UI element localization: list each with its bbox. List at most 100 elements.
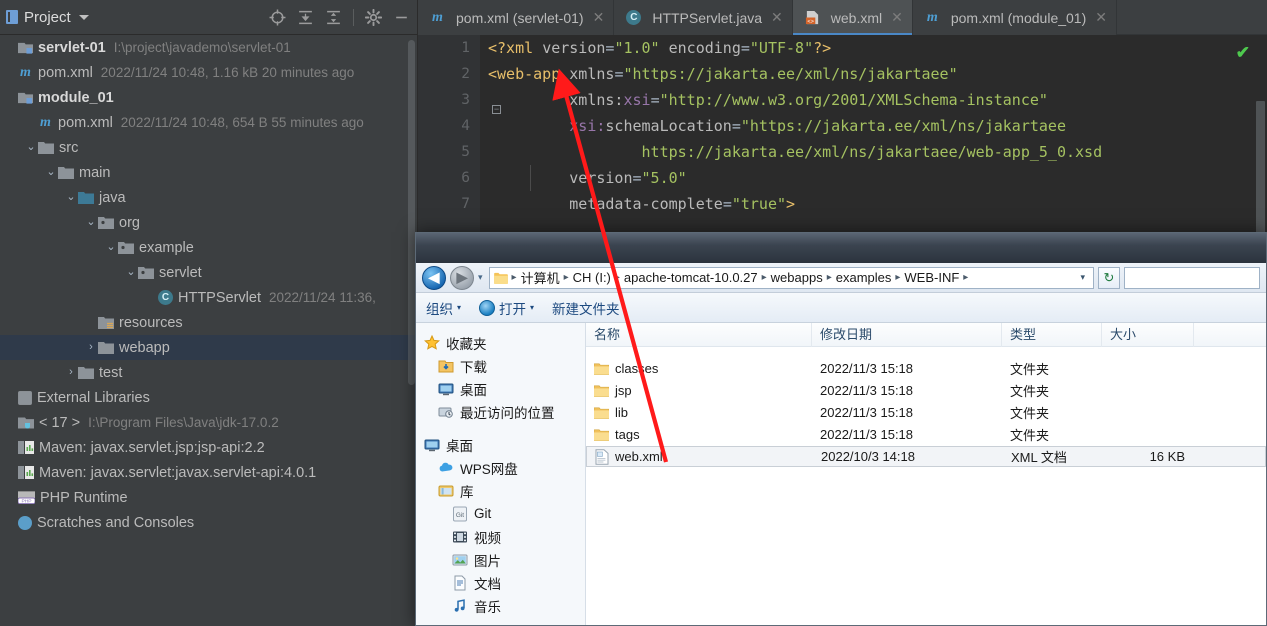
chevron-down-icon[interactable]: ⌄	[84, 217, 98, 228]
chevron-down-icon[interactable]: ▾	[530, 303, 534, 312]
project-panel-title-group[interactable]: Project	[6, 9, 89, 26]
column-header-size[interactable]: 大小	[1102, 323, 1194, 347]
sidebar-item-desktop[interactable]: 桌面	[416, 433, 585, 456]
sidebar-item-wps-cloud[interactable]: WPS网盘	[416, 456, 585, 479]
tree-item-scratches[interactable]: Scratches and Consoles	[0, 510, 418, 535]
close-icon[interactable]: ✕	[593, 9, 605, 26]
tree-item-resources[interactable]: resources	[0, 310, 418, 335]
locate-icon[interactable]	[269, 9, 286, 26]
chevron-down-icon[interactable]: ⌄	[104, 242, 118, 253]
tree-item-servlet-01[interactable]: servlet-01 I:\project\javademo\servlet-01	[0, 35, 418, 60]
code-token-attr: encoding	[659, 39, 741, 57]
settings-gear-icon[interactable]	[365, 8, 382, 26]
svg-text:Git: Git	[456, 512, 464, 519]
folder-icon	[38, 142, 54, 154]
sidebar-item-recent-places[interactable]: 最近访问的位置	[416, 400, 585, 423]
file-row[interactable]: tags 2022/11/3 15:18 文件夹	[586, 424, 1266, 445]
chevron-down-icon[interactable]: ⌄	[124, 267, 138, 278]
address-dropdown-icon[interactable]: ▾	[1076, 272, 1089, 283]
sidebar-item-music[interactable]: 音乐	[416, 594, 585, 617]
breadcrumb-item[interactable]: WEB-INF	[901, 270, 962, 285]
minimize-icon[interactable]	[393, 9, 410, 26]
tree-item-example[interactable]: ⌄ example	[0, 235, 418, 260]
breadcrumb-item[interactable]: CH (I:)	[570, 270, 614, 285]
explorer-file-list-pane[interactable]: 名称 修改日期 类型 大小 classes 2022/11/3 15:18 文件夹 j…	[586, 323, 1266, 625]
file-row[interactable]: classes 2022/11/3 15:18 文件夹	[586, 358, 1266, 379]
project-tree-scrollbar[interactable]	[408, 40, 415, 385]
chevron-down-icon[interactable]: ⌄	[44, 167, 58, 178]
sidebar-item-downloads[interactable]: 下载	[416, 354, 585, 377]
address-bar[interactable]: ▸ 计算机 ▸ CH (I:) ▸ apache-tomcat-10.0.27 ▸ webap…	[488, 266, 1094, 289]
editor-tab-pom-module01[interactable]: m pom.xml (module_01) ✕	[912, 0, 1117, 35]
breadcrumb-separator-icon: ▸	[761, 272, 767, 283]
code-token-punct: =	[722, 195, 732, 213]
tree-item-pom-root[interactable]: m pom.xml 2022/11/24 10:48, 1.16 kB 20 min…	[0, 60, 418, 85]
chevron-down-icon[interactable]: ⌄	[64, 192, 78, 203]
sidebar-item-pictures[interactable]: 图片	[416, 548, 585, 571]
tree-item-src[interactable]: ⌄ src	[0, 135, 418, 160]
expand-all-icon[interactable]	[297, 9, 314, 26]
chevron-down-icon[interactable]: ⌄	[24, 142, 38, 153]
toolbar-new-folder-button[interactable]: 新建文件夹	[552, 298, 620, 318]
editor-tab-httpservlet-java[interactable]: C HTTPServlet.java ✕	[614, 0, 793, 35]
tree-item-jsp-api[interactable]: Maven: javax.servlet.jsp:jsp-api:2.2	[0, 435, 418, 460]
breadcrumb[interactable]: ▸ 计算机 ▸ CH (I:) ▸ apache-tomcat-10.0.27 ▸ webap…	[511, 268, 970, 287]
tree-item-test[interactable]: › test	[0, 360, 418, 385]
tree-item-jdk[interactable]: < 17 > I:\Program Files\Java\jdk-17.0.2	[0, 410, 418, 435]
toolbar-organize-button[interactable]: 组织 ▾	[426, 298, 461, 318]
chevron-down-icon[interactable]: ▾	[457, 303, 461, 312]
inspection-ok-icon[interactable]: ✔	[1236, 43, 1250, 63]
tree-item-HTTPServlet[interactable]: C HTTPServlet 2022/11/24 11:36,	[0, 285, 418, 310]
explorer-title-bar[interactable]	[416, 233, 1266, 263]
file-row[interactable]: web.xml 2022/10/3 14:18 XML 文档 16 KB	[586, 446, 1266, 467]
column-header-date[interactable]: 修改日期	[812, 323, 1002, 347]
project-tree[interactable]: servlet-01 I:\project\javademo\servlet-01…	[0, 35, 418, 626]
file-row[interactable]: lib 2022/11/3 15:18 文件夹	[586, 402, 1266, 423]
breadcrumb-item[interactable]: webapps	[768, 270, 826, 285]
tree-item-php-runtime[interactable]: PHP PHP Runtime	[0, 485, 418, 510]
breadcrumb-item[interactable]: apache-tomcat-10.0.27	[621, 270, 761, 285]
sidebar-item-git[interactable]: Git Git	[416, 502, 585, 525]
explorer-toolbar: 组织 ▾ 打开 ▾ 新建文件夹	[416, 293, 1266, 323]
explorer-navigation-pane[interactable]: 收藏夹 下载 桌面 最近访问的位置 桌面 WPS网盘库 Git Git 视频 图片 文档 音乐	[416, 323, 586, 625]
tree-item-external-libraries[interactable]: External Libraries	[0, 385, 418, 410]
file-list[interactable]: classes 2022/11/3 15:18 文件夹 jsp 2022/11/3 15…	[586, 358, 1266, 467]
chevron-right-icon[interactable]: ›	[84, 342, 98, 353]
tree-item-servlet-api[interactable]: Maven: javax.servlet:javax.servlet-api:4…	[0, 460, 418, 485]
collapse-all-icon[interactable]	[325, 9, 342, 26]
chevron-right-icon[interactable]: ›	[64, 367, 78, 378]
close-icon[interactable]: ✕	[771, 9, 783, 26]
tree-item-main[interactable]: ⌄ main	[0, 160, 418, 185]
windows-explorer-window[interactable]: ◀ ▶ ▾ ▸ 计算机 ▸ CH (I:) ▸ apache-tomcat-10.0.27…	[415, 232, 1267, 626]
sidebar-item-desktop-fav[interactable]: 桌面	[416, 377, 585, 400]
close-icon[interactable]: ✕	[1095, 9, 1107, 26]
editor-tab-web-xml[interactable]: <> web.xml ✕	[792, 0, 913, 35]
back-button[interactable]: ◀	[422, 265, 446, 290]
sidebar-item-libraries[interactable]: 库	[416, 479, 585, 502]
explorer-body: 收藏夹 下载 桌面 最近访问的位置 桌面 WPS网盘库 Git Git 视频 图片 文档 音乐 名称 …	[416, 323, 1266, 625]
breadcrumb-item[interactable]: 计算机	[518, 268, 563, 287]
tree-item-java[interactable]: ⌄ java	[0, 185, 418, 210]
refresh-button[interactable]: ↻	[1098, 266, 1120, 289]
recent-locations-dropdown-icon[interactable]: ▾	[478, 272, 483, 283]
sidebar-item-documents[interactable]: 文档	[416, 571, 585, 594]
code-line: xmlns:xsi="http://www.w3.org/2001/XMLSch…	[488, 87, 1267, 113]
toolbar-open-button[interactable]: 打开 ▾	[479, 298, 534, 318]
breadcrumb-item[interactable]: examples	[833, 270, 895, 285]
tree-item-pom-module[interactable]: m pom.xml 2022/11/24 10:48, 654 B 55 minut…	[0, 110, 418, 135]
sidebar-item-favorites[interactable]: 收藏夹	[416, 331, 585, 354]
close-icon[interactable]: ✕	[891, 9, 903, 26]
tree-item-servlet[interactable]: ⌄ servlet	[0, 260, 418, 285]
column-header-name[interactable]: 名称	[586, 323, 812, 347]
tree-item-org[interactable]: ⌄ org	[0, 210, 418, 235]
search-input[interactable]	[1124, 266, 1260, 289]
tree-item-module_01[interactable]: module_01	[0, 85, 418, 110]
chevron-down-icon[interactable]	[78, 14, 89, 20]
sidebar-item-videos[interactable]: 视频	[416, 525, 585, 548]
file-row[interactable]: jsp 2022/11/3 15:18 文件夹	[586, 380, 1266, 401]
forward-button[interactable]: ▶	[450, 265, 474, 290]
column-header-type[interactable]: 类型	[1002, 323, 1102, 347]
code-token-val: "1.0"	[614, 39, 660, 57]
tree-item-webapp[interactable]: › webapp	[0, 335, 418, 360]
editor-tab-pom-servlet01[interactable]: m pom.xml (servlet-01) ✕	[418, 0, 615, 35]
